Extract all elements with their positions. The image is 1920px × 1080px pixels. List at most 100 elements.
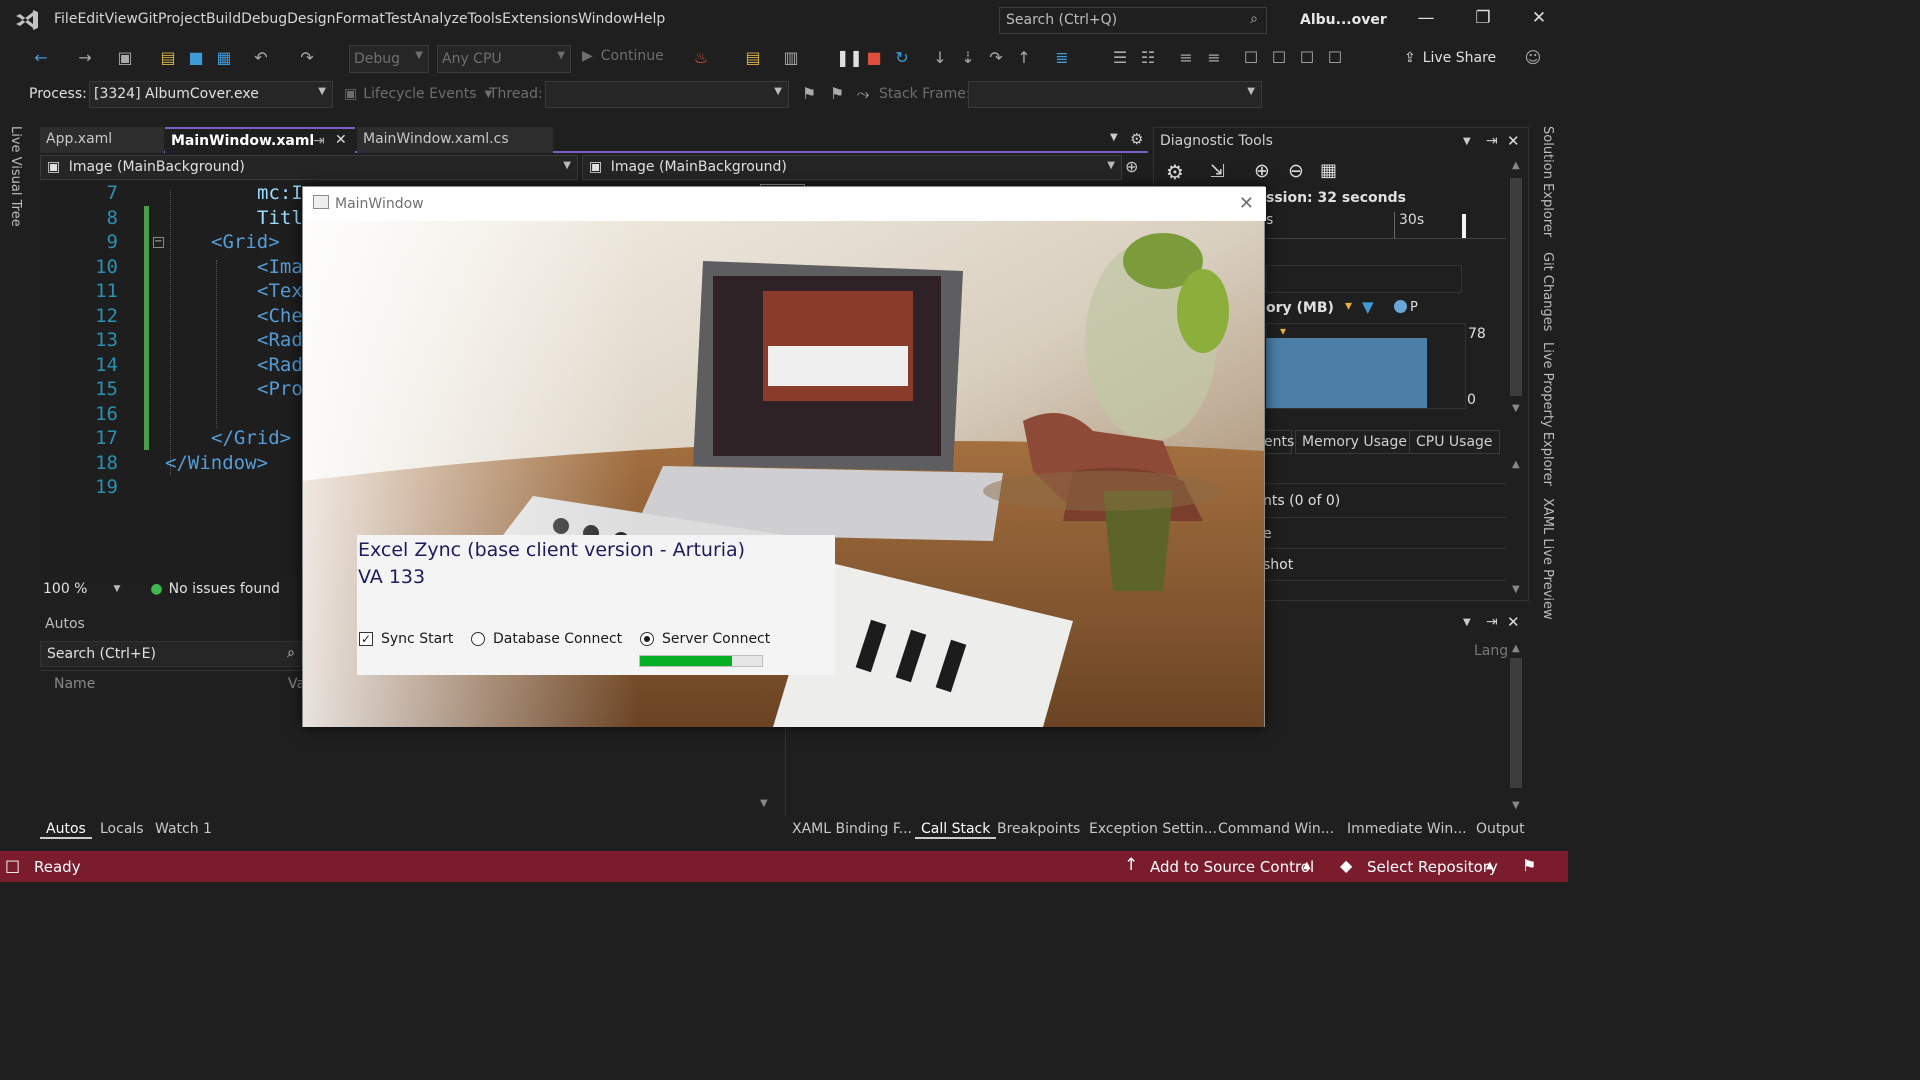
global-search-input[interactable]: Search (Ctrl+Q) ⌕ [999, 7, 1267, 34]
menu-help[interactable]: Help [633, 11, 665, 27]
close-panel-icon[interactable]: ✕ [1507, 132, 1520, 150]
chevron-down-icon[interactable]: ▼ [1463, 617, 1471, 628]
breakpoint-list-icon[interactable]: ☰ [1109, 47, 1131, 69]
call-stack-scrollbar-thumb[interactable] [1510, 658, 1522, 788]
menu-design[interactable]: Design [287, 11, 335, 27]
open-folder-icon[interactable]: ▤ [157, 47, 179, 69]
settings-gear-icon[interactable]: ⚙ [1130, 130, 1143, 148]
browse-folder-icon[interactable]: ▤ [742, 47, 764, 69]
tab-call-stack[interactable]: Call Stack [915, 821, 997, 839]
menu-debug[interactable]: Debug [241, 11, 287, 27]
scroll-up-icon[interactable]: ▲ [1512, 643, 1520, 654]
notifications-bell-icon[interactable]: ⚑ [1522, 856, 1536, 875]
output-window-icon[interactable]: □ [5, 856, 20, 875]
events-count[interactable]: nts (0 of 0) [1263, 493, 1340, 509]
column-header-name[interactable]: Name [54, 676, 95, 692]
chevron-up-icon[interactable]: ▲ [1486, 860, 1494, 871]
tab-locals[interactable]: Locals [94, 821, 150, 837]
menu-format[interactable]: Format [335, 11, 384, 27]
zoom-level[interactable]: 100 % [43, 581, 87, 597]
menu-test[interactable]: Test [385, 11, 413, 27]
element-nav-right[interactable]: ▣ Image (MainBackground) ▼ [582, 155, 1122, 180]
scroll-down-icon[interactable]: ▼ [1512, 800, 1520, 811]
menu-tools[interactable]: Tools [468, 11, 503, 27]
menu-project[interactable]: Project [158, 11, 206, 27]
timeline-cursor[interactable] [1462, 214, 1466, 238]
navigate-forward-icon[interactable]: → [74, 47, 96, 69]
chevron-down-icon[interactable]: ▼ [1463, 136, 1471, 147]
tab-autos[interactable]: Autos [40, 821, 92, 839]
xaml-live-preview-tab[interactable]: XAML Live Preview [1540, 498, 1555, 620]
menu-edit[interactable]: Edit [77, 11, 104, 27]
outdent-icon[interactable]: ≡ [1203, 47, 1225, 69]
menu-file[interactable]: File [54, 11, 77, 27]
step-over-icon[interactable]: ⇣ [957, 47, 979, 69]
zoom-out-icon[interactable]: ⊖ [1288, 160, 1304, 182]
flag-thread-icon[interactable]: ⚑ [798, 83, 820, 105]
menu-view[interactable]: View [105, 11, 138, 27]
step-out-icon[interactable]: ↑ [1013, 47, 1035, 69]
pin-icon[interactable]: ⇥ [313, 133, 325, 149]
hot-reload-icon[interactable]: ♨ [690, 47, 712, 69]
menu-analyze[interactable]: Analyze [412, 11, 467, 27]
scroll-down-icon[interactable]: ▼ [1512, 584, 1520, 595]
chevron-down-icon[interactable]: ▼ [113, 584, 120, 594]
autos-search-input[interactable]: Search (Ctrl+E) ⌕ [40, 641, 302, 667]
show-threads-icon[interactable]: ≣ [1051, 47, 1073, 69]
live-property-explorer-tab[interactable]: Live Property Explorer [1540, 342, 1555, 486]
process-dropdown[interactable]: [3324] AlbumCover.exe ▼ [89, 81, 333, 108]
collapse-icon[interactable]: − [153, 237, 164, 248]
platform-dropdown[interactable]: Any CPU ▼ [437, 45, 571, 73]
scroll-down-icon[interactable]: ▼ [1512, 403, 1520, 414]
restore-icon[interactable]: ❐ [1463, 8, 1503, 34]
tab-mainwindow-xaml[interactable]: MainWindow.xaml ⇥ ✕ [165, 127, 355, 153]
lifecycle-events-dropdown[interactable]: ▣ Lifecycle Events ▼ [344, 86, 492, 102]
redo-icon[interactable]: ↷ [296, 47, 318, 69]
tab-list-dropdown-icon[interactable]: ▼ [1110, 132, 1118, 143]
layout-icon[interactable]: ▥ [780, 47, 802, 69]
export-icon[interactable]: ⇲ [1210, 161, 1225, 182]
sync-start-checkbox[interactable]: ✓ Sync Start [359, 631, 453, 647]
undo-icon[interactable]: ↶ [250, 47, 272, 69]
tab-exception-settings[interactable]: Exception Settin... [1083, 821, 1223, 837]
app-title-bar[interactable]: MainWindow ✕ [303, 187, 1266, 221]
navigate-back-icon[interactable]: ← [30, 47, 52, 69]
restart-icon[interactable]: ↻ [891, 47, 913, 69]
server-connect-radio[interactable]: Server Connect [640, 631, 770, 647]
tab-app-xaml[interactable]: App.xaml [40, 127, 164, 153]
menu-extensions[interactable]: Extensions [502, 11, 578, 27]
menu-git[interactable]: Git [138, 11, 158, 27]
configuration-dropdown[interactable]: Debug ▼ [349, 45, 429, 73]
bookmark-icon[interactable]: ☐ [1240, 47, 1262, 69]
flag-all-threads-icon[interactable]: ⚑ [826, 83, 848, 105]
close-panel-icon[interactable]: ✕ [1507, 613, 1520, 631]
close-icon[interactable]: ✕ [1519, 8, 1559, 34]
tab-cpu-usage[interactable]: CPU Usage [1409, 430, 1500, 454]
tab-memory-usage[interactable]: Memory Usage [1295, 430, 1415, 454]
step-back-icon[interactable]: ↷ [985, 47, 1007, 69]
reset-view-icon[interactable]: ▦ [1320, 160, 1337, 181]
feedback-icon[interactable]: ☺ [1522, 47, 1544, 69]
scroll-up-icon[interactable]: ▲ [1512, 459, 1520, 470]
database-connect-radio[interactable]: Database Connect [471, 631, 622, 647]
settings-gear-icon[interactable]: ⚙ [1166, 160, 1184, 184]
element-nav-left[interactable]: ▣ Image (MainBackground) ▼ [40, 155, 578, 180]
column-header-language[interactable]: Lang [1474, 643, 1508, 659]
tab-watch-1[interactable]: Watch 1 [149, 821, 218, 837]
add-to-source-control-button[interactable]: Add to Source Control [1150, 858, 1314, 876]
timeline-ruler[interactable]: s 30s [1266, 212, 1506, 239]
tab-immediate-window[interactable]: Immediate Win... [1341, 821, 1473, 837]
scroll-up-icon[interactable]: ▲ [1512, 160, 1520, 171]
show-threads-source-icon[interactable]: ⤳ [852, 83, 874, 105]
zoom-in-icon[interactable]: ⊕ [1254, 160, 1270, 182]
save-all-icon[interactable]: ▦ [213, 47, 235, 69]
select-repository-button[interactable]: Select Repository [1367, 858, 1498, 876]
solution-explorer-tab[interactable]: Solution Explorer [1540, 126, 1555, 237]
indent-icon[interactable]: ≡ [1175, 47, 1197, 69]
pause-icon[interactable]: ❚❚ [836, 47, 863, 69]
thread-dropdown[interactable]: ▼ [545, 81, 789, 108]
comment-icon[interactable]: ☷ [1137, 47, 1159, 69]
take-snapshot-item[interactable]: shot [1263, 557, 1293, 573]
save-icon[interactable]: ■ [185, 47, 207, 69]
menu-build[interactable]: Build [206, 11, 241, 27]
